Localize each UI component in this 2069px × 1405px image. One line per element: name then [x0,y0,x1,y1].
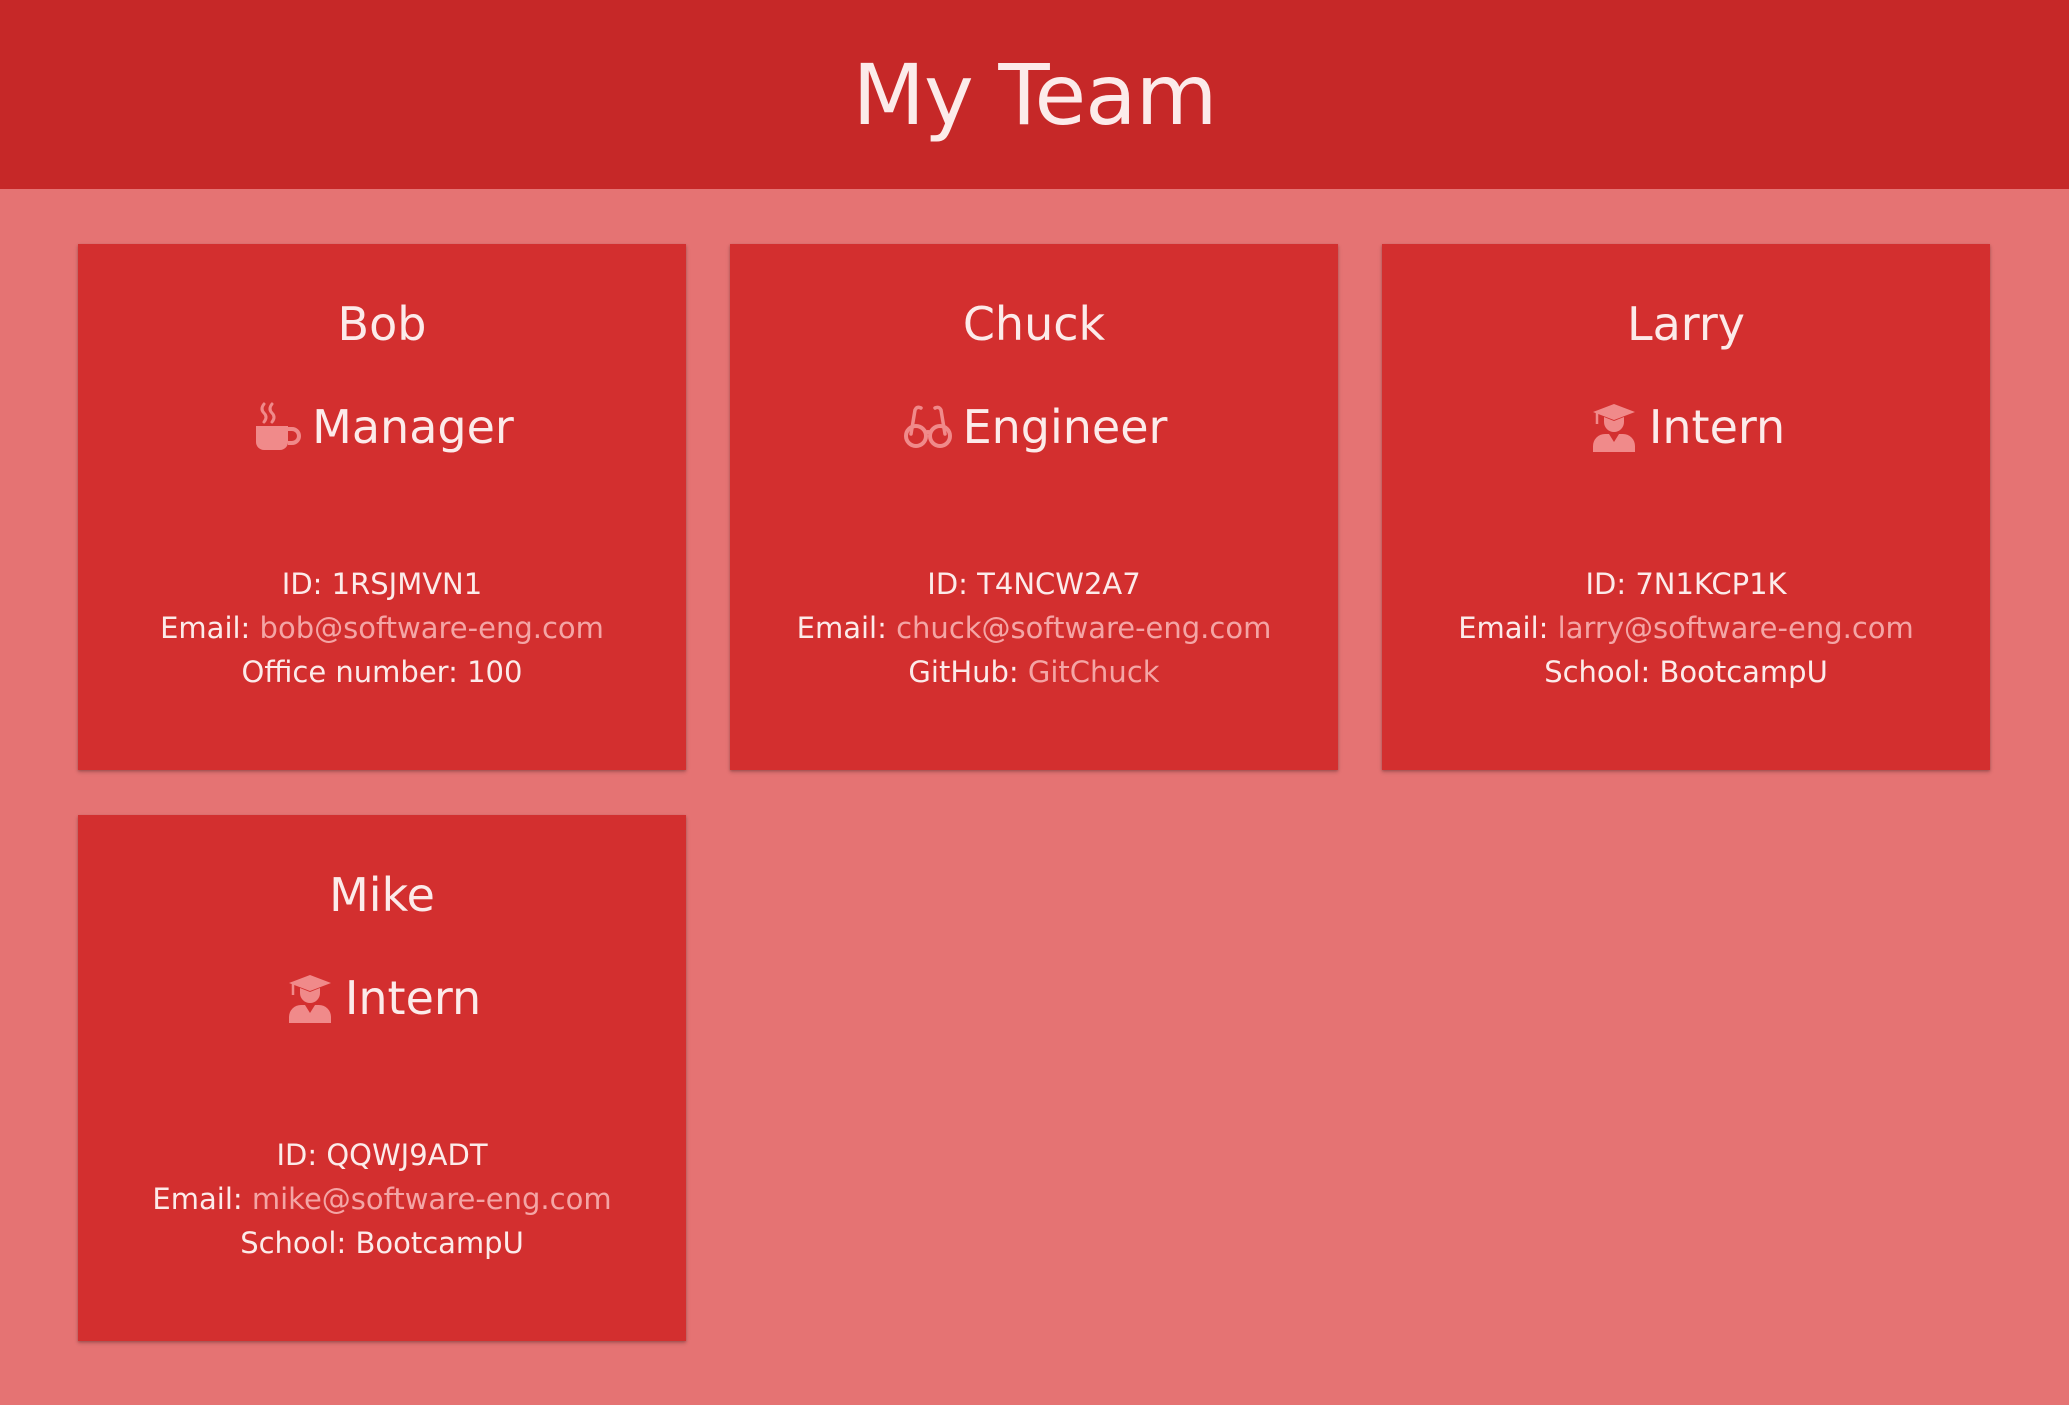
employee-name: Chuck [962,297,1106,351]
employee-info: ID: 7N1KCP1K Email: larry@software-eng.c… [1382,562,1990,694]
employee-card-chuck: Chuck Engineer ID: T4NCW2A7 Email: chuck… [730,244,1338,770]
email-label: Email: [796,611,887,645]
github-label: GitHub: [908,655,1019,689]
email-row: Email: mike@software-eng.com [78,1177,686,1221]
email-label: Email: [160,611,251,645]
role-label: Manager [312,400,514,454]
employee-card-bob: Bob Manager ID: 1RSJMVN1 Email: bob@soft… [78,244,686,770]
graduate-icon [283,971,337,1025]
office-row: Office number: 100 [78,650,686,694]
id-label: ID: [927,567,968,601]
employee-name: Bob [337,297,427,351]
email-row: Email: bob@software-eng.com [78,606,686,650]
id-row: ID: 1RSJMVN1 [78,562,686,606]
school-value: BootcampU [1659,655,1828,689]
employee-role: Manager [78,395,686,459]
employee-info: ID: 1RSJMVN1 Email: bob@software-eng.com… [78,562,686,694]
email-row: Email: larry@software-eng.com [1382,606,1990,650]
employee-name: Mike [329,868,435,922]
id-value: 1RSJMVN1 [331,567,483,601]
email-label: Email: [152,1182,243,1216]
page-title: My Team [852,45,1218,144]
office-value: 100 [467,655,523,689]
employee-card-mike: Mike Intern ID: QQWJ9ADT Email: mike@sof… [78,815,686,1341]
email-label: Email: [1458,611,1549,645]
email-link[interactable]: larry@software-eng.com [1558,611,1914,645]
employee-role: Intern [1382,395,1990,459]
id-value: 7N1KCP1K [1635,567,1787,601]
page-header: My Team [0,0,2069,189]
employee-info: ID: QQWJ9ADT Email: mike@software-eng.co… [78,1133,686,1265]
id-value: T4NCW2A7 [977,567,1141,601]
email-link[interactable]: chuck@software-eng.com [896,611,1271,645]
role-label: Intern [344,971,482,1025]
github-row: GitHub: GitChuck [730,650,1338,694]
school-row: School: BootcampU [1382,650,1990,694]
employee-info: ID: T4NCW2A7 Email: chuck@software-eng.c… [730,562,1338,694]
role-label: Engineer [962,400,1168,454]
id-label: ID: [276,1138,318,1172]
school-label: School: [1544,655,1651,689]
github-link[interactable]: GitChuck [1028,655,1160,689]
school-label: School: [240,1226,347,1260]
glasses-icon [901,400,955,454]
id-label: ID: [1585,567,1627,601]
id-value: QQWJ9ADT [326,1138,488,1172]
email-link[interactable]: bob@software-eng.com [260,611,604,645]
id-row: ID: 7N1KCP1K [1382,562,1990,606]
role-label: Intern [1648,400,1786,454]
office-label: Office number: [241,655,458,689]
employee-role: Intern [78,966,686,1030]
graduate-icon [1587,400,1641,454]
id-row: ID: T4NCW2A7 [730,562,1338,606]
id-label: ID: [281,567,323,601]
team-grid: Bob Manager ID: 1RSJMVN1 Email: bob@soft… [0,189,2069,1405]
email-link[interactable]: mike@software-eng.com [252,1182,612,1216]
employee-role: Engineer [730,395,1338,459]
employee-name: Larry [1626,297,1746,351]
school-value: BootcampU [355,1226,524,1260]
employee-card-larry: Larry Intern ID: 7N1KCP1K Email: larry@s… [1382,244,1990,770]
id-row: ID: QQWJ9ADT [78,1133,686,1177]
email-row: Email: chuck@software-eng.com [730,606,1338,650]
school-row: School: BootcampU [78,1221,686,1265]
coffee-icon [250,400,304,454]
